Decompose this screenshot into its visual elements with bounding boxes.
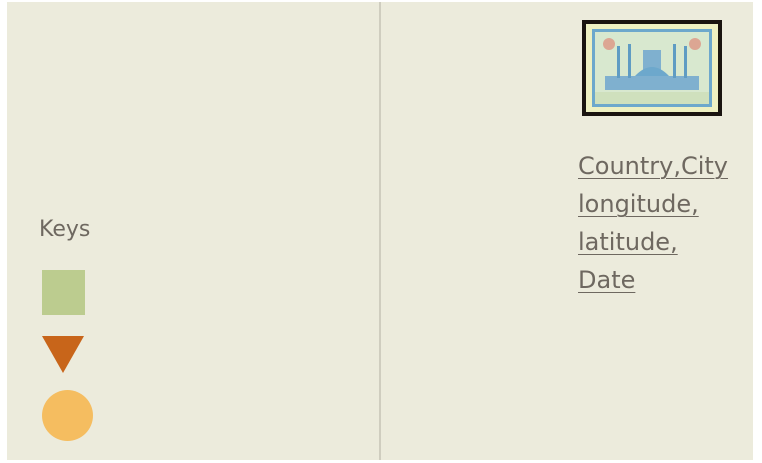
legend-triangle-icon	[42, 336, 84, 373]
address-line-latitude[interactable]: latitude,	[578, 223, 678, 261]
address-line-date[interactable]: Date	[578, 261, 635, 299]
address-line-location[interactable]: Country,City	[578, 147, 728, 185]
postcard-divider	[379, 2, 381, 460]
legend-square-icon	[42, 270, 85, 315]
address-block: Country,City longitude, latitude, Date	[578, 147, 728, 299]
postcard: Keys Country,City longitude, latitude, D…	[7, 2, 753, 460]
legend-title: Keys	[39, 217, 91, 242]
legend-circle-icon	[42, 390, 93, 441]
address-line-longitude[interactable]: longitude,	[578, 185, 699, 223]
postage-stamp-icon	[582, 20, 722, 116]
